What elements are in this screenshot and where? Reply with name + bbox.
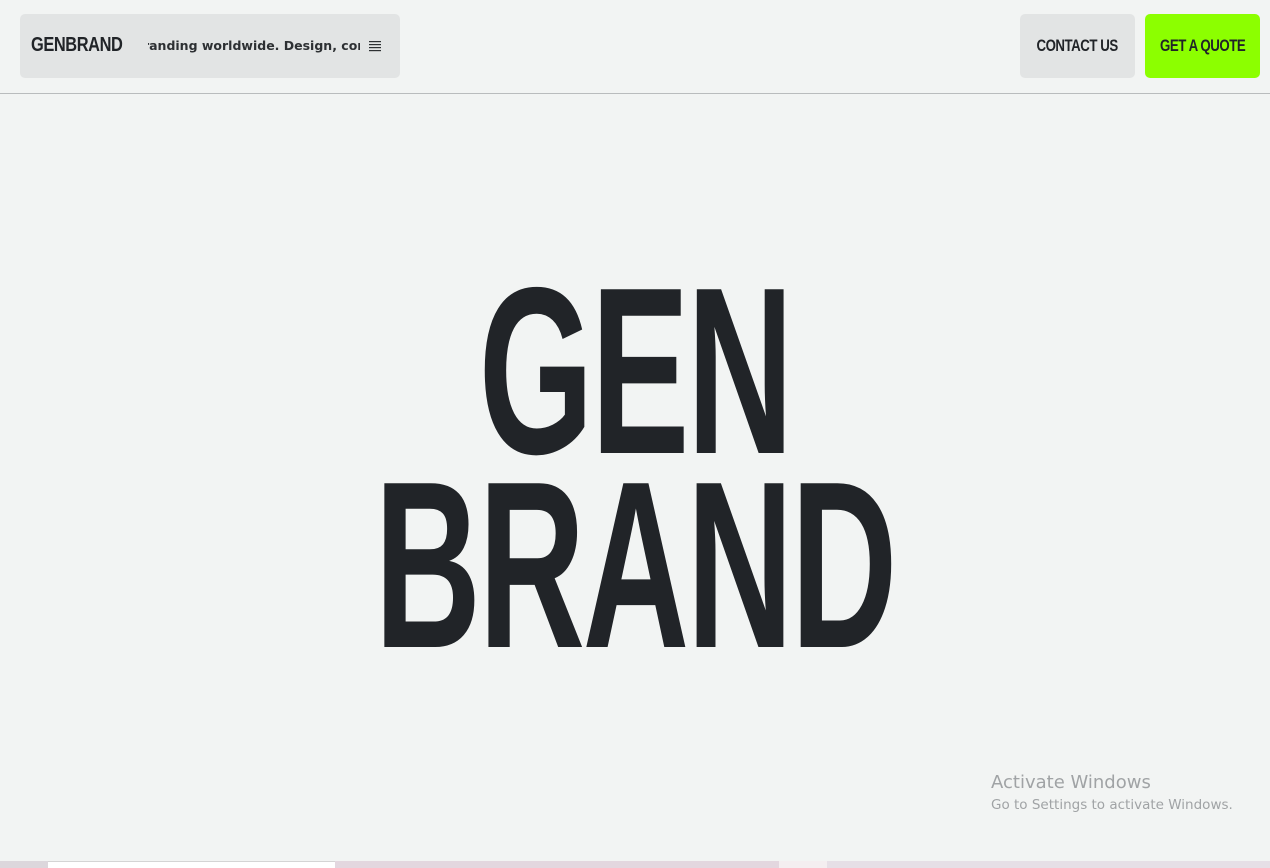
bottom-card-4 [827, 861, 1270, 868]
watermark-title: Activate Windows [991, 772, 1151, 793]
contact-us-button[interactable]: CONTACT US [1020, 14, 1135, 78]
brand-pill: GENBRAND branding worldwide. Design, con… [20, 14, 400, 78]
watermark-subtitle: Go to Settings to activate Windows. [991, 797, 1233, 813]
get-a-quote-label: GET A QUOTE [1159, 36, 1246, 55]
ticker-text: branding worldwide. Design, content p [148, 38, 360, 53]
activate-windows-watermark: Activate Windows Go to Settings to activ… [991, 771, 1233, 815]
site-header: GENBRAND branding worldwide. Design, con… [0, 0, 1270, 94]
page: GENBRAND branding worldwide. Design, con… [0, 0, 1270, 868]
hero-title-brand: BRAND [374, 433, 898, 698]
get-a-quote-button[interactable]: GET A QUOTE [1145, 14, 1260, 78]
hero-title-line-2: BRAND [0, 433, 1270, 698]
bottom-card-3 [779, 861, 827, 868]
bottom-card-2 [335, 861, 779, 868]
ticker-marquee: branding worldwide. Design, content p [148, 36, 360, 56]
hamburger-menu-icon[interactable] [368, 39, 382, 53]
contact-us-label: CONTACT US [1036, 36, 1119, 55]
bottom-card-1 [48, 861, 335, 868]
brand-logo[interactable]: GENBRAND [31, 33, 123, 57]
